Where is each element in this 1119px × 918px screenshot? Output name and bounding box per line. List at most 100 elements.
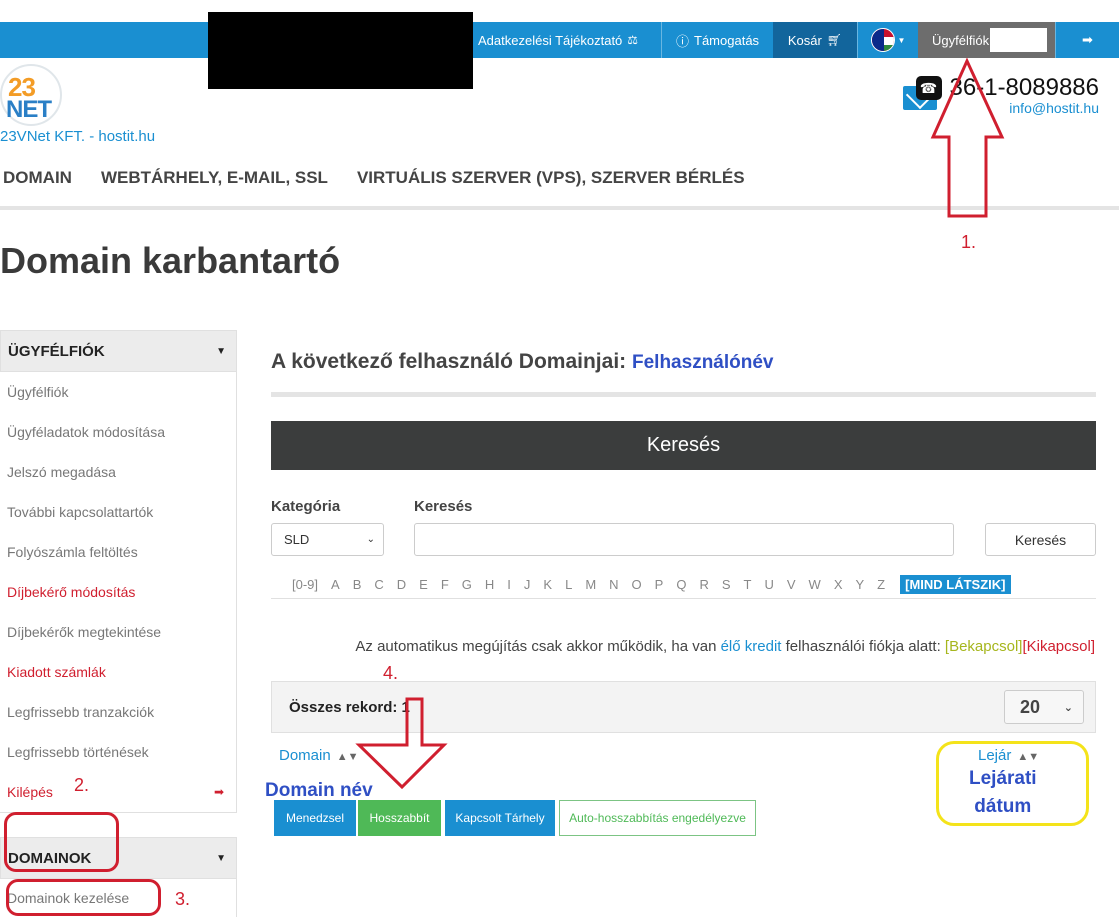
live-credit-link[interactable]: élő kredit (721, 638, 782, 655)
alphabet-letter[interactable]: P (655, 577, 664, 592)
category-select[interactable]: SLD ⌄ (271, 523, 384, 556)
alphabet-letter[interactable]: S (722, 577, 731, 592)
autorenew-disable-link[interactable]: [Kikapcsol] (1022, 638, 1095, 655)
alphabet-letter[interactable]: N (609, 577, 618, 592)
sidebar-item-account[interactable]: Ügyfélfiók (0, 372, 236, 412)
search-input[interactable] (414, 523, 954, 556)
cart-icon: 🛒︎ (826, 33, 843, 47)
cart-button[interactable]: Kosár 🛒︎ (773, 22, 857, 58)
alphabet-letter[interactable]: B (353, 577, 362, 592)
annotation-expiry-line2: dátum (974, 796, 1032, 817)
alphabet-letter[interactable]: G (462, 577, 472, 592)
auto-renew-button[interactable]: Auto-hosszabbítás engedélyezve (559, 800, 756, 836)
autorenew-notice: Az automatikus megújítás csak akkor műkö… (355, 638, 1095, 655)
sidebar-item-logout[interactable]: Kilépés ➡︎ (0, 772, 236, 812)
sidebar-item-label: Ügyféladatok módosítása (7, 424, 165, 440)
sidebar-item-password[interactable]: Jelszó megadása (0, 452, 236, 492)
language-selector[interactable]: ▼ (857, 22, 918, 58)
caret-down-icon: ▼ (216, 852, 226, 864)
alphabet-letter[interactable]: M (585, 577, 596, 592)
annotation-3: 3. (175, 889, 191, 909)
nav-vps[interactable]: VIRTUÁLIS SZERVER (VPS), SZERVER BÉRLÉS (357, 168, 745, 188)
sidebar-item-label: Ügyfélfiók (7, 384, 69, 400)
autorenew-text: Az automatikus megújítás csak akkor műkö… (355, 638, 717, 655)
alphabet-letter[interactable]: Y (856, 577, 865, 592)
alphabet-letter[interactable]: U (764, 577, 773, 592)
sidebar-section-account[interactable]: ÜGYFÉLFIÓK ▼ (0, 330, 237, 372)
scale-icon: ⚖ (627, 33, 639, 47)
sidebar-item-label: Jelszó megadása (7, 464, 116, 480)
renew-button[interactable]: Hosszabbít (358, 800, 441, 836)
privacy-link[interactable]: Adatkezelési Tájékoztató ⚖ (478, 22, 638, 58)
domains-subtitle: A következő felhasználó Domainjai: Felha… (271, 350, 774, 374)
annotation-expiry-line1: Lejárati (969, 768, 1037, 789)
alphabet-letter[interactable]: C (374, 577, 383, 592)
alphabet-letter[interactable]: V (787, 577, 796, 592)
support-label: Támogatás (694, 32, 760, 48)
sidebar-item-transactions[interactable]: Legfrissebb tranzakciók (0, 692, 236, 732)
sidebar-item-edit-details[interactable]: Ügyféladatok módosítása (0, 412, 236, 452)
autorenew-enable-link[interactable]: [Bekapcsol] (945, 638, 1023, 655)
alphabet-letter[interactable]: E (419, 577, 428, 592)
alphabet-letter[interactable]: W (809, 577, 821, 592)
sidebar-item-topup[interactable]: Folyószámla feltöltés (0, 532, 236, 572)
sidebar-item-label: További kapcsolattartók (7, 504, 154, 520)
alphabet-letter[interactable]: R (699, 577, 708, 592)
show-all-link[interactable]: [MIND LÁTSZIK] (900, 575, 1011, 594)
logout-icon: ➡︎ (213, 785, 224, 799)
nav-webhosting[interactable]: WEBTÁRHELY, E-MAIL, SSL (101, 168, 328, 188)
alphabet-letter[interactable]: A (331, 577, 340, 592)
total-records: Összes rekord: 1 (289, 698, 410, 716)
records-bar: Összes rekord: 1 20 ⌄ (271, 681, 1096, 733)
page-size-select[interactable]: 20 ⌄ (1004, 690, 1084, 724)
logout-button[interactable]: ➡︎ (1055, 22, 1119, 58)
sidebar-item-label: Kiadott számlák (7, 664, 106, 680)
logo-text: NET (6, 96, 52, 123)
contact-email[interactable]: info@hostit.hu (1009, 100, 1099, 116)
company-logo[interactable]: 23 NET (0, 64, 62, 126)
alphabet-letter[interactable]: [0-9] (292, 577, 318, 592)
alphabet-letter[interactable]: L (565, 577, 572, 592)
sidebar-item-proforma-view[interactable]: Díjbekérők megtekintése (0, 612, 236, 652)
alphabet-letter[interactable]: J (524, 577, 531, 592)
chevron-down-icon: ⌄ (366, 534, 375, 545)
contact-phone[interactable]: ☎ 36-1-8089886 (915, 74, 1099, 102)
annotation-box-manage-domains (6, 879, 161, 916)
annotation-domain-name: Domain név (265, 780, 373, 801)
sidebar-item-invoices[interactable]: Kiadott számlák (0, 652, 236, 692)
caret-down-icon: ▼ (897, 35, 906, 45)
annotation-1: 1. (961, 232, 977, 252)
alphabet-letter[interactable]: O (632, 577, 642, 592)
alphabet-letter[interactable]: X (834, 577, 843, 592)
search-label: Keresés (414, 498, 473, 515)
alphabet-letter[interactable]: Z (877, 577, 885, 592)
manage-button[interactable]: Menedzsel (274, 800, 356, 836)
sidebar-item-label: Díjbekérők megtekintése (7, 624, 162, 640)
alphabet-letter[interactable]: F (441, 577, 449, 592)
support-link[interactable]: ⓘ Támogatás (661, 22, 773, 58)
alphabet-letter[interactable]: D (397, 577, 406, 592)
alphabet-letter[interactable]: I (507, 577, 511, 592)
nav-domain[interactable]: DOMAIN (3, 168, 72, 188)
phone-number: 36-1-8089886 (949, 74, 1099, 101)
logout-icon: ➡︎ (1082, 32, 1093, 47)
annotation-4: 4. (383, 663, 399, 683)
column-header-domain[interactable]: Domain ▲▼ (279, 747, 358, 764)
sidebar-item-contacts[interactable]: További kapcsolattartók (0, 492, 236, 532)
alphabet-letter[interactable]: K (543, 577, 552, 592)
sidebar-account-list: Ügyfélfiók Ügyféladatok módosítása Jelsz… (0, 372, 237, 813)
account-label: Ügyfélfiók (932, 32, 990, 48)
phone-icon: ☎ (915, 76, 942, 100)
alphabet-letter[interactable]: Q (676, 577, 686, 592)
alphabet-letter[interactable]: H (485, 577, 494, 592)
linked-hosting-button[interactable]: Kapcsolt Tárhely (445, 800, 555, 836)
sort-icon: ▲▼ (336, 751, 359, 763)
info-icon: ⓘ (676, 33, 690, 49)
sidebar-item-proforma-edit[interactable]: Díjbekérő módosítás (0, 572, 236, 612)
account-button[interactable]: Ügyfélfiók (918, 22, 1055, 58)
search-button[interactable]: Keresés (985, 523, 1096, 556)
username: Felhasználónév (632, 352, 774, 373)
section-divider (271, 392, 1096, 397)
sidebar-item-events[interactable]: Legfrissebb történések (0, 732, 236, 772)
alphabet-letter[interactable]: T (744, 577, 752, 592)
